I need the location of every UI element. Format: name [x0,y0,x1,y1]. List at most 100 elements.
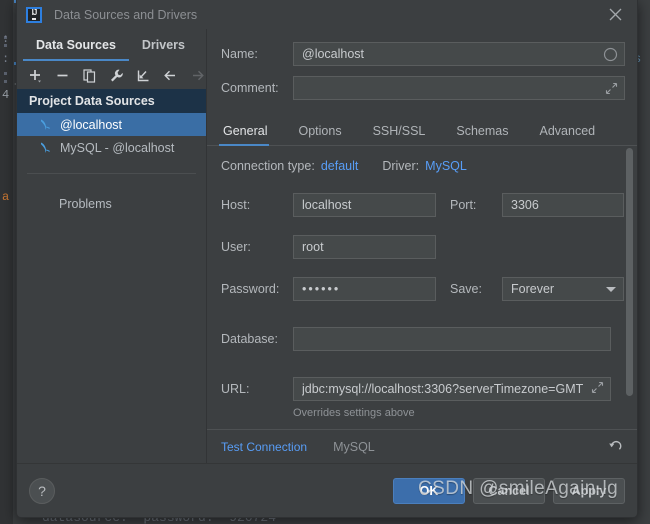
sidebar-item-mysql-localhost[interactable]: MySQL - @localhost [17,136,206,159]
tab-general[interactable]: General [218,120,278,146]
tree-divider [27,173,196,174]
tab-schemas[interactable]: Schemas [454,120,519,145]
user-input-value: root [302,240,324,254]
cancel-button[interactable]: Cancel [473,477,545,504]
comment-label: Comment: [221,81,279,95]
tab-ssh-ssl-label: SSH/SSL [372,124,426,138]
test-connection-link[interactable]: Test Connection [221,440,307,454]
circle-color-swatch-icon[interactable] [603,47,618,62]
close-icon [609,8,621,21]
form-scrollbar-thumb[interactable] [626,148,633,396]
connection-type-value[interactable]: default [321,159,359,173]
database-label: Database: [221,332,278,346]
wrench-icon [110,69,123,81]
user-input[interactable]: root [293,235,436,259]
detail-tabs: General Options SSH/SSL Schemas Advanced [207,114,637,146]
url-input[interactable]: jdbc:mysql://localhost:3306?serverTimezo… [293,377,611,401]
add-data-source-button[interactable] [26,66,44,85]
url-label: URL: [221,382,250,396]
sidebar-item-localhost[interactable]: @localhost [17,113,206,136]
comment-input[interactable] [293,76,625,100]
tab-data-sources-label: Data Sources [36,38,116,52]
driver-value[interactable]: MySQL [425,159,467,173]
sidebar-item-mysql-localhost-label: MySQL - @localhost [60,140,175,155]
tab-general-label: General [223,124,268,138]
intellij-idea-icon: IJ [26,6,42,23]
form-scrollbar[interactable] [625,148,634,427]
host-input[interactable]: localhost [293,193,436,217]
sidebar-tabs: Data Sources Drivers [17,29,206,61]
sidebar-item-problems[interactable]: Problems [17,192,206,215]
properties-button[interactable] [107,66,125,85]
driver-name-label: MySQL [333,439,375,454]
tab-options-label: Options [298,124,342,138]
name-input[interactable]: @localhost [293,42,625,66]
url-input-value: jdbc:mysql://localhost:3306?serverTimezo… [302,382,584,396]
forward-button[interactable] [188,66,206,85]
editor-gutter [0,0,13,524]
dialog-footer: ? OK Cancel Apply [17,463,637,517]
ok-button[interactable]: OK [393,477,465,504]
apply-button[interactable]: Apply [553,477,625,504]
comment-row: Comment: [221,76,625,100]
gutter-marker [4,72,7,75]
tab-drivers[interactable]: Drivers [129,29,198,61]
copy-icon [82,68,95,83]
mysql-dolphin-icon [41,119,50,130]
help-button[interactable]: ? [29,477,55,504]
host-label: Host: [221,198,251,212]
gutter-marker [4,80,7,83]
tab-advanced-label: Advanced [539,124,596,138]
data-source-details-panel: Name: @localhost Comment: General Option… [207,29,637,463]
port-label: Port: [450,198,477,212]
connection-type-row: Connection type: default Driver: MySQL [221,159,611,173]
plus-icon [29,69,41,82]
tab-ssh-ssl[interactable]: SSH/SSL [371,120,437,145]
tab-drivers-label: Drivers [141,38,185,52]
data-sources-toolbar [17,61,206,89]
close-button[interactable] [593,0,637,29]
apply-button-label: Apply [571,483,607,498]
background-colon-1: : [2,32,10,46]
data-sources-panel: Data Sources Drivers Project Data Source… [17,29,207,463]
name-label: Name: [221,47,258,61]
expand-diagonal-icon[interactable] [591,381,604,397]
tab-advanced[interactable]: Advanced [538,120,607,145]
back-button[interactable] [161,66,179,85]
arrow-left-icon [163,70,175,80]
remove-data-source-button[interactable] [53,66,71,85]
ok-button-label: OK [419,483,439,498]
sidebar-item-localhost-label: @localhost [60,117,123,132]
connection-type-label: Connection type: [221,159,315,173]
footer-buttons: OK Cancel Apply [393,477,625,504]
save-dropdown[interactable]: Forever [502,277,624,301]
user-label: User: [221,240,251,254]
test-connection-bar: Test Connection MySQL [207,429,637,463]
duplicate-data-source-button[interactable] [80,66,98,85]
password-input[interactable]: •••••• [293,277,436,301]
port-input[interactable]: 3306 [502,193,624,217]
url-row: URL: jdbc:mysql://localhost:3306?serverT… [221,377,611,401]
import-button[interactable] [134,66,152,85]
tab-data-sources[interactable]: Data Sources [23,29,129,61]
general-tab-content: Connection type: default Driver: MySQL H… [207,146,637,429]
sidebar-item-problems-label: Problems [59,196,112,211]
minus-icon [57,74,67,76]
app-icon-text: IJ [31,9,37,20]
revert-arrow-icon [609,440,622,450]
database-input[interactable] [293,327,611,351]
save-dropdown-value: Forever [511,282,555,296]
name-row: Name: @localhost [221,42,625,66]
dialog-titlebar: IJ Data Sources and Drivers [17,0,637,29]
port-input-value: 3306 [511,198,539,212]
tab-options[interactable]: Options [296,120,352,145]
host-port-row: Host: localhost Port: 3306 [221,193,624,217]
expand-diagonal-icon[interactable] [605,82,618,95]
revert-button[interactable] [608,438,625,455]
general-form: Connection type: default Driver: MySQL H… [207,146,637,419]
header-fields: Name: @localhost Comment: [207,29,637,110]
password-save-row: Password: •••••• Save: Forever [221,277,624,301]
name-input-value: @localhost [302,47,365,61]
save-label: Save: [450,282,482,296]
help-button-label: ? [38,482,46,499]
